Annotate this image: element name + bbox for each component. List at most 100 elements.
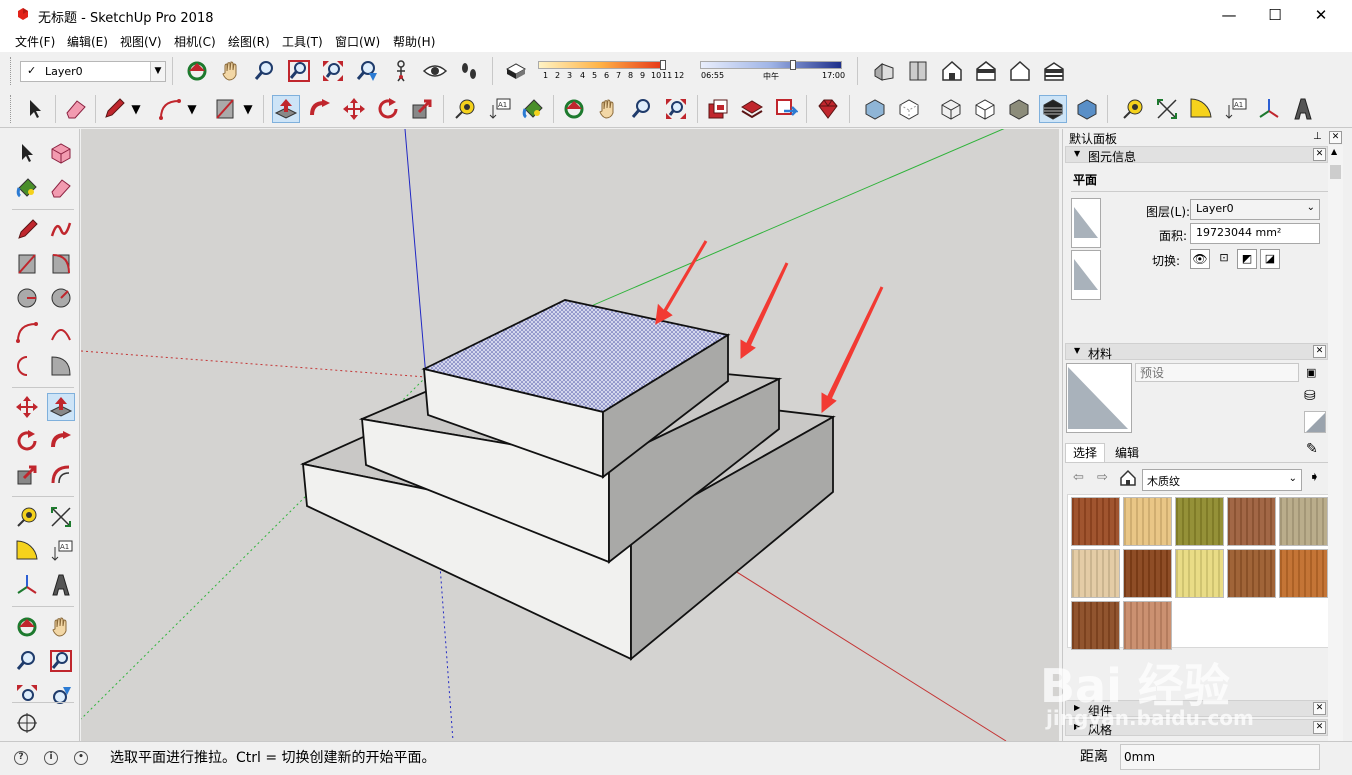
create-material-icon[interactable]: ⛁ — [1304, 388, 1316, 404]
text-tool-button-2[interactable]: A1 — [1221, 95, 1249, 123]
front-face-swatch[interactable] — [1071, 198, 1101, 248]
menu-view[interactable]: 视图(V) — [120, 33, 162, 50]
menu-help[interactable]: 帮助(H) — [393, 33, 435, 50]
arc-tool-dropdown[interactable]: ▼ — [186, 95, 198, 123]
select-tool-button-left[interactable] — [13, 139, 41, 167]
3d-text-tool-button-left[interactable] — [47, 571, 75, 599]
move-tool-button-left[interactable] — [13, 393, 41, 421]
display-secondary-icon[interactable]: ▣ — [1306, 366, 1316, 379]
area-field[interactable]: 19723044 mm² — [1190, 223, 1320, 244]
right-view-button[interactable] — [972, 57, 1000, 85]
protractor-tool-button[interactable] — [1187, 95, 1215, 123]
menu-file[interactable]: 文件(F) — [15, 33, 55, 50]
top-view-button[interactable] — [904, 57, 932, 85]
axes-tool-button[interactable] — [1255, 95, 1283, 123]
receive-shadow-icon[interactable]: ◪ — [1260, 249, 1280, 269]
material-swatch[interactable] — [1227, 549, 1276, 598]
tape-measure-button-2[interactable] — [1119, 95, 1147, 123]
layer-dropdown[interactable]: ✓ Layer0 ▼ — [20, 61, 166, 82]
entity-layer-select[interactable]: Layer0 ⌄ — [1190, 199, 1320, 220]
line-tool-button[interactable] — [100, 95, 128, 123]
material-swatch[interactable] — [1175, 497, 1224, 546]
share-model-button[interactable] — [772, 95, 800, 123]
shaded-textures-style-button[interactable] — [1039, 95, 1067, 123]
shadow-month-slider[interactable] — [538, 61, 662, 69]
tray-scrollbar[interactable]: ▲ — [1328, 145, 1343, 741]
material-swatch[interactable] — [1123, 497, 1172, 546]
dimension-tool-button-left[interactable] — [47, 503, 75, 531]
tab-select[interactable]: 选择 — [1065, 443, 1105, 462]
monochrome-style-button[interactable] — [1073, 95, 1101, 123]
front-view-button[interactable] — [938, 57, 966, 85]
previous-view-button[interactable] — [353, 57, 381, 85]
line-tool-button-left[interactable] — [13, 216, 41, 244]
shadow-time-slider[interactable] — [700, 61, 842, 69]
eraser-tool-button-left[interactable] — [47, 174, 75, 202]
pin-icon[interactable]: ⊥ — [1313, 131, 1322, 142]
sample-paint-icon[interactable] — [1304, 411, 1326, 433]
material-swatch[interactable] — [1279, 497, 1328, 546]
back-face-swatch[interactable] — [1071, 250, 1101, 300]
cast-shadow-icon[interactable]: ◩ — [1237, 249, 1257, 269]
position-camera-button-left[interactable] — [13, 709, 41, 737]
tape-measure-button-left[interactable] — [13, 503, 41, 531]
rotate-tool-button-left[interactable] — [13, 427, 41, 455]
2-point-arc-button[interactable] — [47, 318, 75, 346]
model-viewport[interactable] — [81, 129, 1059, 741]
pan-tool-button[interactable] — [217, 57, 245, 85]
back-edges-style-button[interactable] — [895, 95, 923, 123]
zoom-tool-button[interactable] — [251, 57, 279, 85]
wireframe-style-button[interactable] — [937, 95, 965, 123]
material-swatch[interactable] — [1071, 497, 1120, 546]
pan-tool-button-left[interactable] — [47, 613, 75, 641]
chevron-down-icon[interactable]: ▼ — [150, 62, 165, 81]
rectangle-tool-button-left[interactable] — [13, 250, 41, 278]
maximize-button[interactable]: ☐ — [1252, 0, 1298, 30]
shadow-month-thumb[interactable] — [660, 60, 666, 70]
lock-icon[interactable]: ⊡ — [1214, 249, 1234, 269]
select-tool-button[interactable] — [21, 95, 49, 123]
paint-bucket-button[interactable] — [519, 95, 547, 123]
shadow-settings-button[interactable] — [502, 57, 530, 85]
zoom-extents-button-2[interactable] — [662, 95, 690, 123]
menu-camera[interactable]: 相机(C) — [174, 33, 216, 50]
toolbar-grip[interactable] — [10, 57, 13, 85]
material-swatch[interactable] — [1071, 601, 1120, 650]
scale-tool-button-left[interactable] — [13, 461, 41, 489]
toolbar-grip[interactable] — [10, 95, 13, 123]
zoom-window-button-left[interactable] — [47, 647, 75, 675]
minimize-button[interactable]: — — [1206, 0, 1252, 30]
material-swatch[interactable] — [1175, 549, 1224, 598]
iso-view-button[interactable] — [870, 57, 898, 85]
3d-warehouse-button[interactable] — [704, 95, 732, 123]
dimension-tool-button[interactable] — [1153, 95, 1181, 123]
menu-draw[interactable]: 绘图(R) — [228, 33, 270, 50]
collection-dropdown[interactable]: 木质纹 ⌄ — [1142, 469, 1302, 491]
material-swatch[interactable] — [1123, 601, 1172, 650]
zoom-tool-button-left[interactable] — [13, 647, 41, 675]
material-swatch[interactable] — [1279, 549, 1328, 598]
info-icon[interactable]: i — [44, 751, 58, 765]
3-point-arc-button[interactable] — [13, 352, 41, 380]
text-tool-button[interactable]: A1 — [485, 95, 513, 123]
shaded-style-button[interactable] — [1005, 95, 1033, 123]
zoom-window-button[interactable] — [285, 57, 313, 85]
orbit-tool-button-left[interactable] — [13, 613, 41, 641]
arc-tool-button-left[interactable] — [13, 318, 41, 346]
hidden-line-style-button[interactable] — [971, 95, 999, 123]
offset-tool-button[interactable] — [47, 461, 75, 489]
tape-measure-button[interactable] — [451, 95, 479, 123]
eyedropper-icon[interactable]: ✎ — [1306, 441, 1318, 457]
zoom-tool-button-2[interactable] — [628, 95, 656, 123]
protractor-tool-button-left[interactable] — [13, 537, 41, 565]
menu-tools[interactable]: 工具(T) — [282, 33, 323, 50]
circle-tool-button[interactable] — [13, 284, 41, 312]
rotate-tool-button[interactable] — [374, 95, 402, 123]
menu-window[interactable]: 窗口(W) — [335, 33, 380, 50]
look-around-button[interactable] — [421, 57, 449, 85]
paint-bucket-button-left[interactable] — [13, 174, 41, 202]
close-button[interactable]: ✕ — [1298, 0, 1344, 30]
rectangle-tool-dropdown[interactable]: ▼ — [242, 95, 254, 123]
walk-button[interactable] — [455, 57, 483, 85]
user-icon[interactable]: • — [74, 751, 88, 765]
